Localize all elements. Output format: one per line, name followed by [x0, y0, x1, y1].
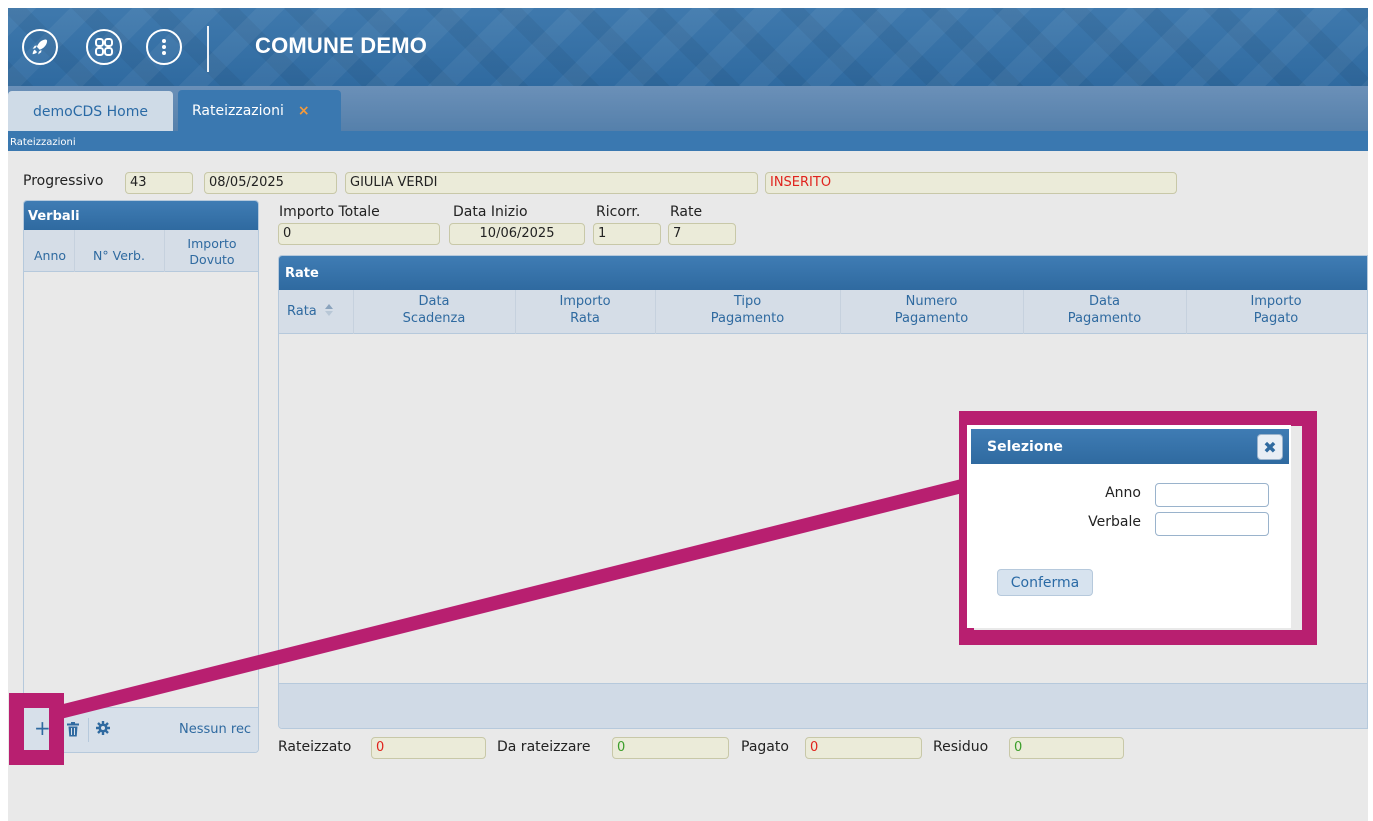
tab-label: demoCDS Home — [33, 103, 148, 120]
ricorr-field[interactable]: 1 — [593, 223, 661, 245]
column-label-line2: Rata — [570, 311, 600, 326]
column-rata[interactable]: Rata — [287, 303, 341, 320]
column-numero-verbale[interactable]: N° Verb. — [78, 248, 160, 263]
verbale-label: Verbale — [1088, 514, 1141, 530]
verbali-column-headers: Anno N° Verb. Importo Dovuto — [24, 230, 258, 272]
residuo-label: Residuo — [933, 739, 989, 755]
app-title: COMUNE DEMO — [255, 33, 428, 58]
importo-totale-field[interactable]: 0 — [278, 223, 440, 245]
column-tipo-pagamento[interactable]: Tipo Pagamento — [655, 293, 840, 327]
apps-grid-icon[interactable] — [86, 29, 122, 65]
column-rata-label: Rata — [287, 304, 317, 319]
status-field[interactable]: INSERITO — [765, 172, 1177, 194]
rocket-icon[interactable] — [22, 29, 58, 65]
top-bar: COMUNE DEMO — [8, 8, 1368, 86]
column-label-line2: Pagamento — [1067, 311, 1142, 326]
column-importo-dovuto-line2[interactable]: Dovuto — [174, 252, 250, 267]
rate-label: Rate — [670, 204, 703, 220]
residuo-field[interactable]: 0 — [1009, 737, 1124, 759]
column-importo-rata[interactable]: Importo Rata — [515, 293, 655, 327]
column-label-line1: Data — [418, 294, 450, 309]
header-background-pattern — [8, 8, 1368, 86]
tab-label: Rateizzazioni — [192, 102, 284, 119]
gear-icon[interactable] — [96, 721, 110, 739]
importo-totale-label: Importo Totale — [279, 204, 380, 220]
verbali-panel: Verbali Anno N° Verb. Importo Dovuto + N… — [23, 200, 259, 753]
add-button-highlight — [9, 693, 64, 765]
column-label-line1: Importo — [559, 294, 611, 309]
column-label-line2: Pagamento — [894, 311, 969, 326]
data-inizio-label: Data Inizio — [453, 204, 528, 220]
rateizzato-label: Rateizzato — [278, 739, 352, 755]
column-label-line2: Scadenza — [402, 311, 466, 326]
rate-grid-footer — [279, 683, 1367, 728]
verbali-status-text: Nessun rec — [179, 722, 252, 737]
name-field[interactable]: GIULIA VERDI — [345, 172, 758, 194]
dialog-title: Selezione — [987, 439, 1063, 455]
column-data-scadenza[interactable]: Data Scadenza — [353, 293, 515, 327]
header-divider — [207, 26, 209, 72]
column-label-line1: Importo — [1250, 294, 1302, 309]
column-anno[interactable]: Anno — [30, 248, 70, 263]
ricorr-label: Ricorr. — [596, 204, 641, 220]
column-label-line1: Tipo — [733, 294, 762, 309]
conferma-button[interactable]: Conferma — [997, 569, 1093, 596]
anno-label: Anno — [1105, 485, 1141, 501]
column-data-pagamento[interactable]: Data Pagamento — [1023, 293, 1186, 327]
more-vertical-icon[interactable] — [146, 29, 182, 65]
column-label-line1: Numero — [905, 294, 958, 309]
column-importo-dovuto-line1[interactable]: Importo — [174, 236, 250, 251]
rate-grid-title: Rate — [279, 256, 1367, 290]
pagato-label: Pagato — [741, 739, 789, 755]
close-icon[interactable]: ✖ — [1257, 434, 1283, 460]
rate-grid-column-headers: Rata Data Scadenza Importo Rata Tipo Pag… — [279, 290, 1367, 334]
dialog-header: Selezione ✖ — [971, 429, 1289, 464]
verbali-title: Verbali — [24, 201, 258, 230]
rate-field[interactable]: 7 — [668, 223, 736, 245]
column-label-line1: Data — [1088, 294, 1121, 309]
column-importo-pagato[interactable]: Importo Pagato — [1186, 293, 1366, 327]
progressivo-field[interactable]: 43 — [125, 172, 193, 194]
breadcrumb: Rateizzazioni — [8, 131, 1368, 151]
close-tab-icon[interactable]: × — [298, 103, 310, 119]
trash-icon[interactable] — [67, 722, 79, 741]
pagato-field[interactable]: 0 — [805, 737, 922, 759]
tab-democds-home[interactable]: demoCDS Home — [8, 91, 173, 132]
column-numero-pagamento[interactable]: Numero Pagamento — [840, 293, 1023, 327]
rateizzato-field[interactable]: 0 — [371, 737, 486, 759]
sort-icon[interactable] — [324, 304, 333, 316]
verbale-input[interactable] — [1155, 512, 1269, 536]
da-rateizzare-field[interactable]: 0 — [612, 737, 729, 759]
data-inizio-field[interactable]: 10/06/2025 — [449, 223, 585, 245]
tab-rateizzazioni[interactable]: Rateizzazioni × — [178, 90, 341, 131]
column-label-line2: Pagamento — [710, 311, 785, 326]
anno-input[interactable] — [1155, 483, 1269, 507]
selezione-dialog: Selezione ✖ Anno Verbale Conferma — [967, 425, 1291, 628]
date-field[interactable]: 08/05/2025 — [204, 172, 337, 194]
progressivo-label: Progressivo — [23, 173, 104, 189]
da-rateizzare-label: Da rateizzare — [497, 739, 591, 755]
column-label-line2: Pagato — [1253, 311, 1299, 326]
